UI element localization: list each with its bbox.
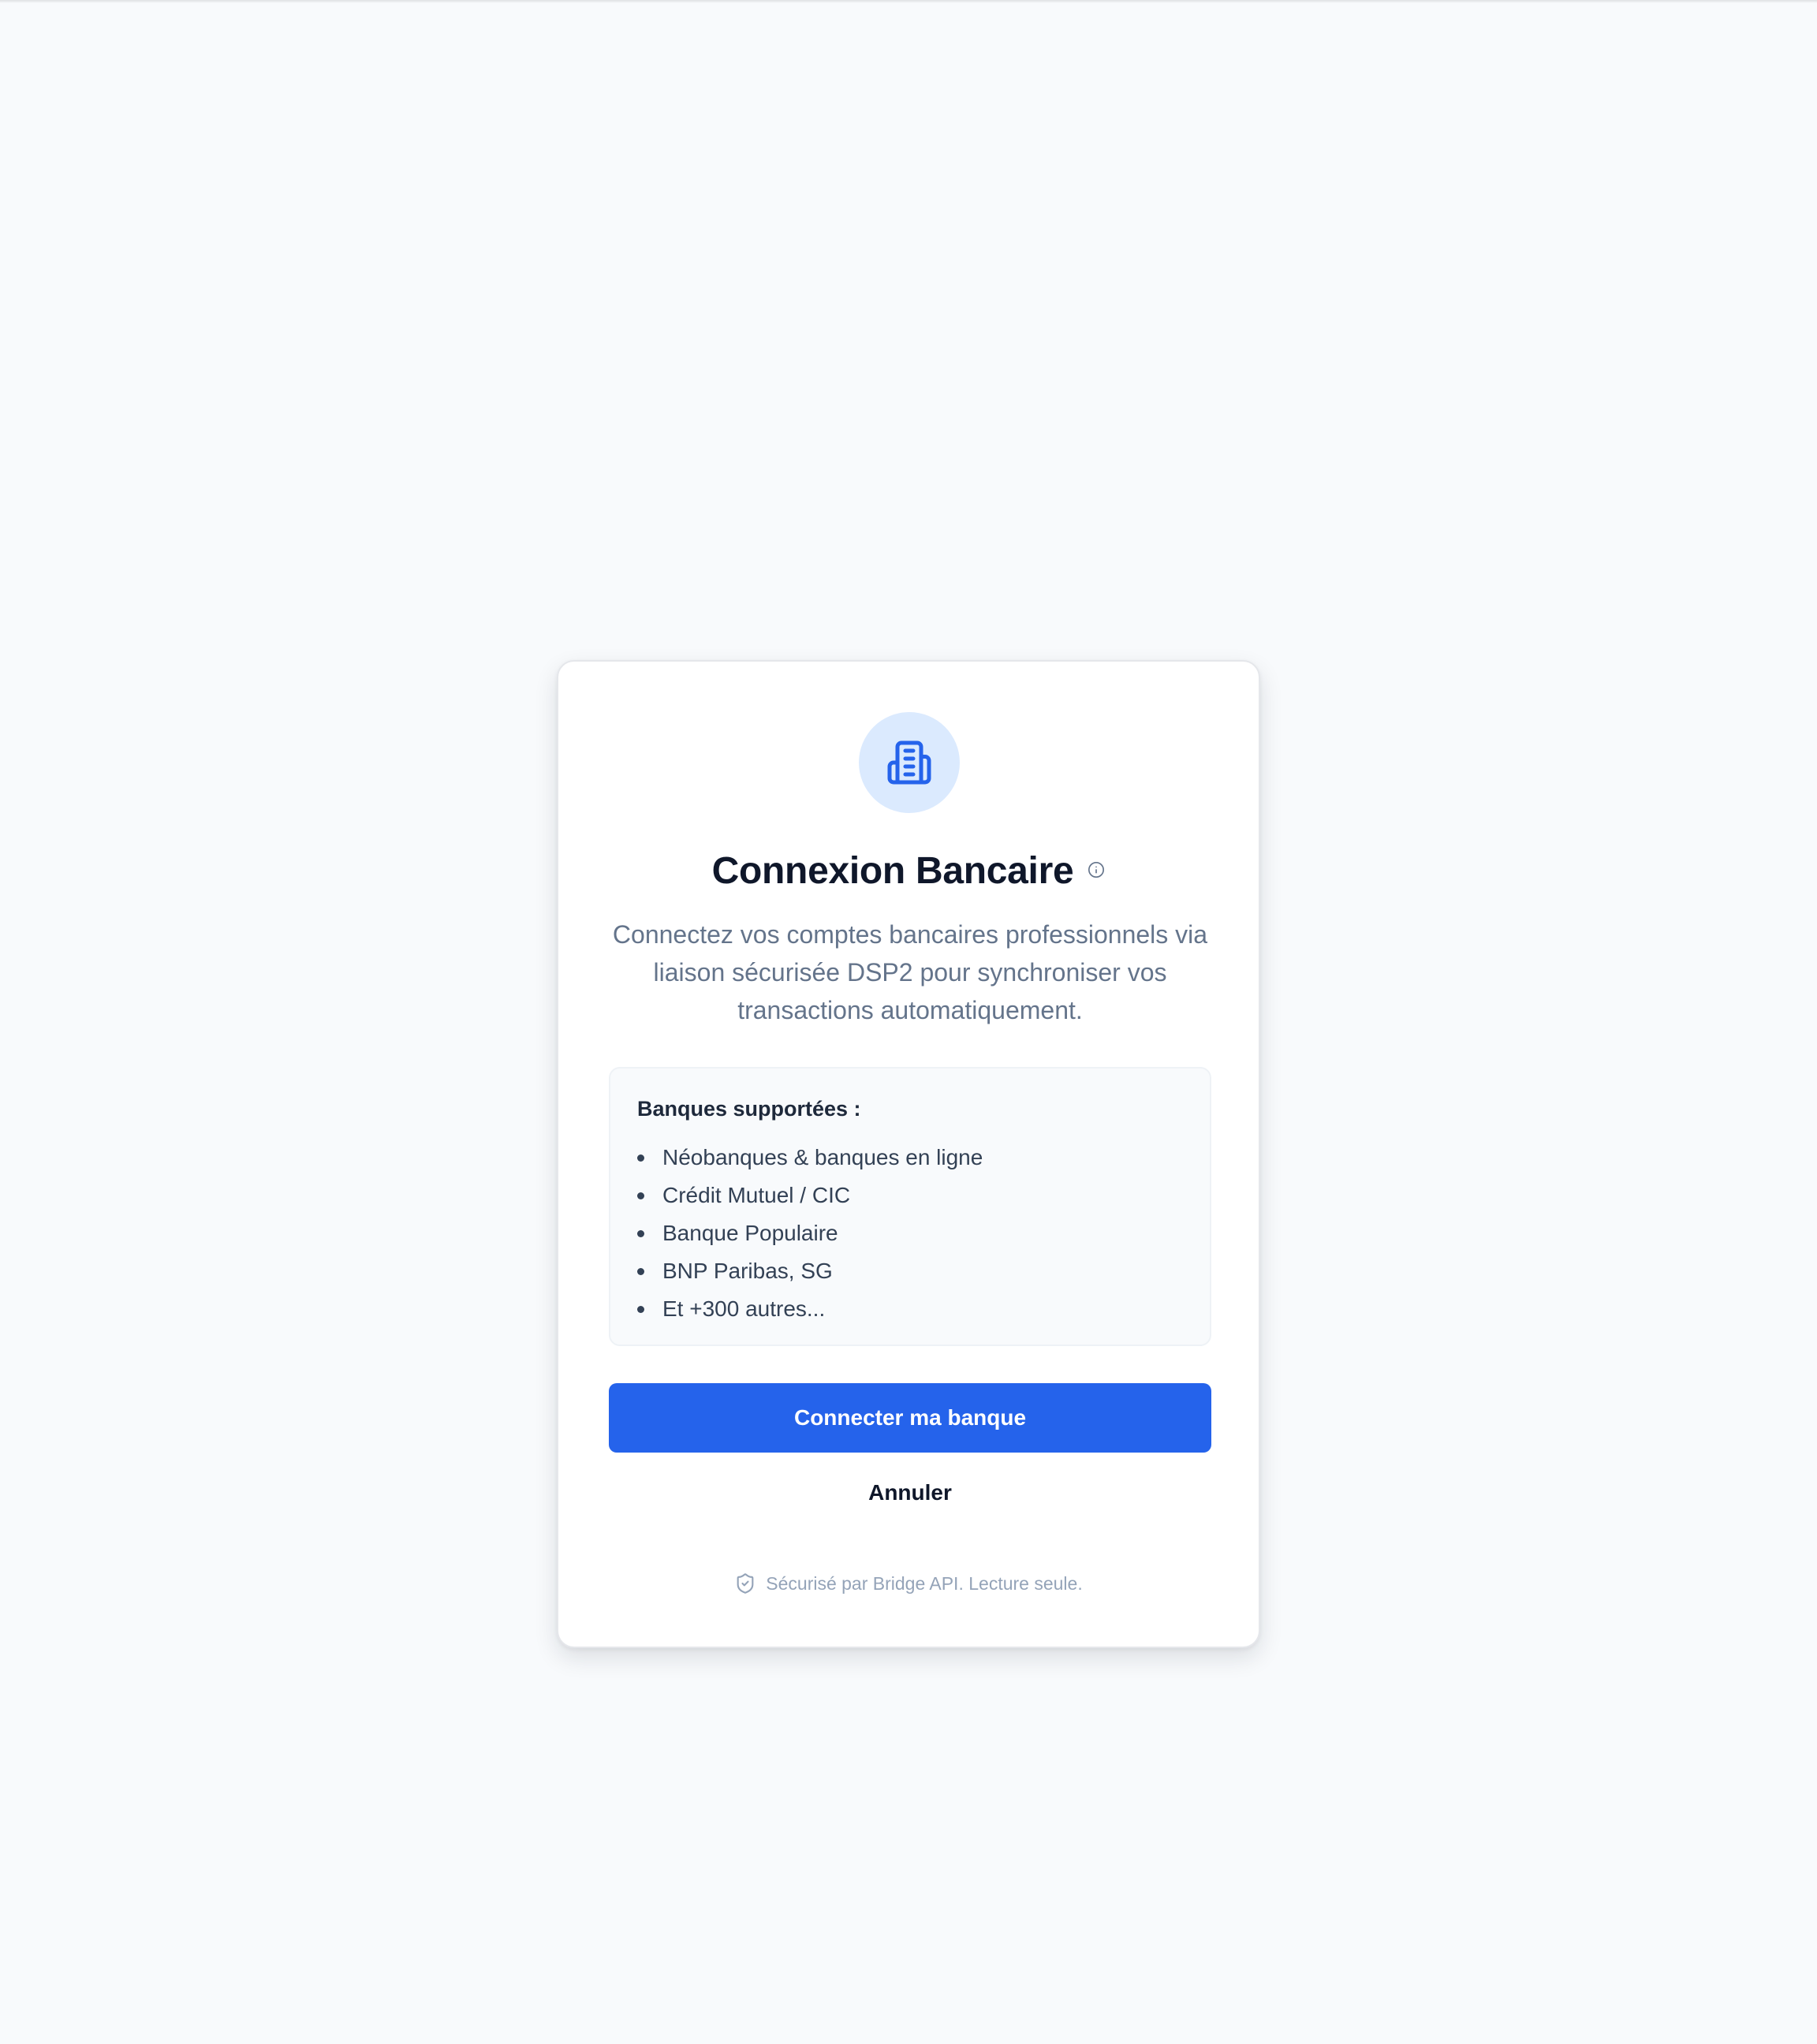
window-top-shadow <box>0 0 1817 3</box>
dialog-title-row: Connexion Bancaire <box>558 849 1259 893</box>
security-footer: Sécurisé par Bridge API. Lecture seule. <box>558 1572 1259 1595</box>
info-icon[interactable] <box>1088 861 1105 878</box>
cancel-button[interactable]: Annuler <box>831 1450 989 1513</box>
bank-building-icon <box>886 739 933 786</box>
bank-connection-dialog: Connexion Bancaire Connectez vos comptes… <box>557 660 1260 1648</box>
dialog-title: Connexion Bancaire <box>711 850 1074 892</box>
list-item: Banque Populaire <box>637 1214 1183 1252</box>
list-item: Néobanques & banques en ligne <box>637 1139 1183 1177</box>
supported-banks-list: Néobanques & banques en ligne Crédit Mut… <box>637 1139 1183 1328</box>
supported-banks-panel: Banques supportées : Néobanques & banque… <box>609 1067 1211 1346</box>
supported-banks-heading: Banques supportées : <box>637 1097 861 1121</box>
list-item: BNP Paribas, SG <box>637 1252 1183 1290</box>
dialog-description: Connectez vos comptes bancaires professi… <box>612 920 1208 1024</box>
security-footer-text: Sécurisé par Bridge API. Lecture seule. <box>766 1572 1083 1594</box>
list-item: Crédit Mutuel / CIC <box>637 1177 1183 1214</box>
shield-check-icon <box>734 1572 756 1595</box>
list-item: Et +300 autres... <box>637 1290 1183 1328</box>
bank-icon-badge <box>859 712 960 813</box>
connect-bank-button[interactable]: Connecter ma banque <box>609 1383 1211 1453</box>
